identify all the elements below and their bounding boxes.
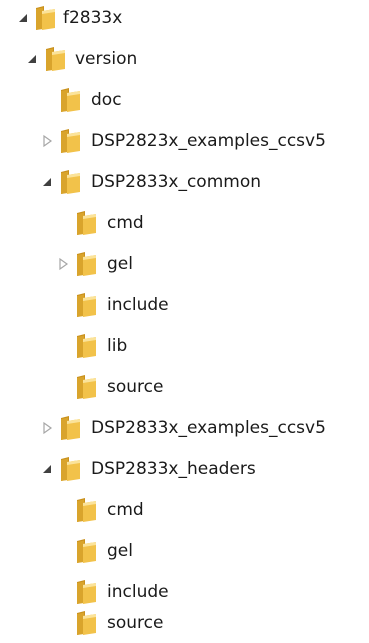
tree-item-version[interactable]: version bbox=[0, 41, 369, 79]
folder-icon bbox=[33, 3, 57, 31]
expanded-arrow-icon[interactable] bbox=[41, 174, 55, 190]
tree-item-label: cmd bbox=[107, 500, 144, 520]
tree-item-doc[interactable]: doc bbox=[0, 82, 369, 120]
collapsed-arrow-icon[interactable] bbox=[41, 133, 55, 149]
tree-item-label: include bbox=[107, 582, 169, 602]
tree-item-include[interactable]: include bbox=[0, 287, 369, 325]
folder-icon bbox=[58, 167, 82, 195]
folder-icon bbox=[43, 44, 67, 72]
tree-item-source[interactable]: source bbox=[0, 605, 369, 643]
expanded-arrow-icon[interactable] bbox=[26, 51, 40, 67]
tree-item-label: DSP2833x_examples_ccsv5 bbox=[91, 418, 326, 438]
folder-icon bbox=[58, 85, 82, 113]
folder-icon bbox=[74, 249, 98, 277]
folder-tree: f2833x version doc DSP2823x_examples_ccs… bbox=[0, 0, 369, 643]
tree-item-dsp2833x-examples-ccsv5[interactable]: DSP2833x_examples_ccsv5 bbox=[0, 410, 369, 448]
folder-icon bbox=[58, 126, 82, 154]
folder-icon bbox=[74, 331, 98, 359]
tree-item-gel[interactable]: gel bbox=[0, 246, 369, 284]
collapsed-arrow-icon[interactable] bbox=[41, 420, 55, 436]
folder-icon bbox=[74, 536, 98, 564]
tree-item-label: source bbox=[107, 613, 164, 633]
tree-item-f2833x[interactable]: f2833x bbox=[0, 0, 369, 38]
tree-item-label: DSP2823x_examples_ccsv5 bbox=[91, 131, 326, 151]
tree-item-source[interactable]: source bbox=[0, 369, 369, 407]
expanded-arrow-icon[interactable] bbox=[41, 461, 55, 477]
collapsed-arrow-icon[interactable] bbox=[57, 256, 71, 272]
tree-item-label: gel bbox=[107, 254, 133, 274]
folder-icon bbox=[74, 608, 98, 636]
tree-item-label: cmd bbox=[107, 213, 144, 233]
folder-icon bbox=[74, 208, 98, 236]
folder-icon bbox=[74, 372, 98, 400]
tree-item-label: doc bbox=[91, 90, 122, 110]
tree-item-gel[interactable]: gel bbox=[0, 533, 369, 571]
expanded-arrow-icon[interactable] bbox=[17, 10, 31, 26]
tree-item-dsp2833x-common[interactable]: DSP2833x_common bbox=[0, 164, 369, 202]
tree-item-cmd[interactable]: cmd bbox=[0, 205, 369, 243]
folder-icon bbox=[58, 413, 82, 441]
folder-icon bbox=[74, 577, 98, 605]
tree-item-dsp2823x-examples-ccsv5[interactable]: DSP2823x_examples_ccsv5 bbox=[0, 123, 369, 161]
folder-icon bbox=[74, 495, 98, 523]
tree-item-dsp2833x-headers[interactable]: DSP2833x_headers bbox=[0, 451, 369, 489]
folder-icon bbox=[74, 290, 98, 318]
tree-item-cmd[interactable]: cmd bbox=[0, 492, 369, 530]
tree-item-label: lib bbox=[107, 336, 128, 356]
tree-item-lib[interactable]: lib bbox=[0, 328, 369, 366]
tree-item-label: gel bbox=[107, 541, 133, 561]
tree-item-label: DSP2833x_common bbox=[91, 172, 261, 192]
tree-item-label: DSP2833x_headers bbox=[91, 459, 256, 479]
tree-item-label: version bbox=[75, 49, 138, 69]
folder-icon bbox=[58, 454, 82, 482]
tree-item-label: f2833x bbox=[63, 8, 123, 28]
tree-item-label: source bbox=[107, 377, 164, 397]
tree-item-label: include bbox=[107, 295, 169, 315]
